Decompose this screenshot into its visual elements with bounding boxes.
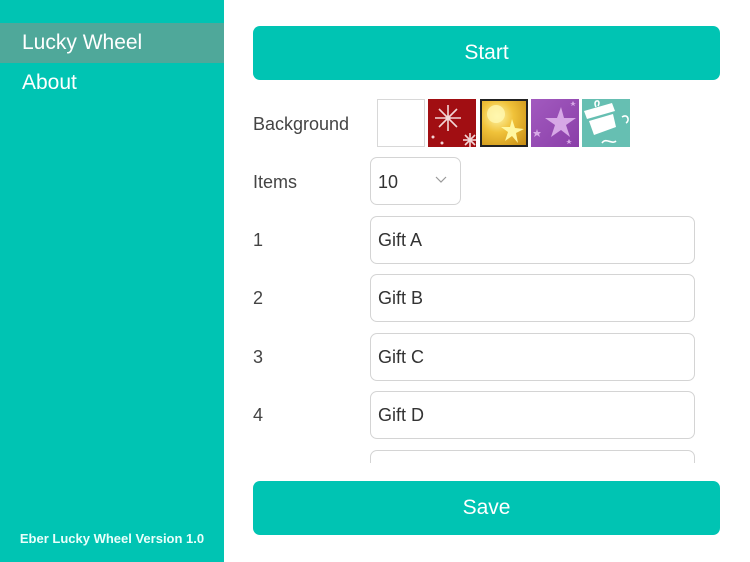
item-name-input[interactable]	[370, 216, 695, 264]
version-text: Eber Lucky Wheel Version 1.0	[19, 531, 205, 546]
star-icon	[533, 101, 576, 144]
background-option-purple-stars[interactable]	[531, 99, 579, 147]
item-name-input[interactable]	[370, 391, 695, 439]
background-option-red-snowflakes[interactable]	[428, 99, 476, 147]
sidebar: Lucky Wheel About Eber Lucky Wheel Versi…	[0, 0, 224, 562]
items-count-select[interactable]: 10	[370, 157, 461, 205]
background-option-teal-gifts[interactable]	[582, 99, 630, 147]
item-number: 3	[253, 347, 264, 367]
main-panel: Start Background Items 10 1 Gift A 2 Gif…	[224, 0, 750, 562]
items-list[interactable]: 1 2 3 4	[224, 210, 750, 463]
sidebar-item-about[interactable]: About	[0, 63, 224, 103]
items-count-value: 10	[378, 172, 399, 192]
list-item: 2	[224, 274, 750, 322]
items-label: Items	[253, 172, 298, 192]
list-item: 1	[224, 216, 750, 264]
background-option-gold-sparkle[interactable]	[480, 99, 528, 147]
item-name-input[interactable]	[370, 333, 695, 381]
item-number: 2	[253, 288, 264, 308]
start-button[interactable]: Start	[253, 26, 720, 80]
list-item	[224, 450, 750, 463]
sidebar-item-lucky-wheel[interactable]: Lucky Wheel	[0, 23, 224, 63]
item-name-input[interactable]	[370, 450, 695, 463]
gift-icon	[584, 100, 629, 144]
sparkle-icon	[487, 105, 524, 143]
chevron-down-icon	[435, 176, 447, 183]
list-item: 3	[224, 333, 750, 381]
save-button[interactable]: Save	[253, 481, 720, 535]
background-option-white[interactable]	[377, 99, 425, 147]
background-label: Background	[253, 114, 350, 134]
snowflake-icon	[431, 105, 476, 147]
item-number: 4	[253, 405, 264, 425]
item-name-input[interactable]	[370, 274, 695, 322]
list-item: 4	[224, 391, 750, 439]
item-number: 1	[253, 230, 264, 250]
